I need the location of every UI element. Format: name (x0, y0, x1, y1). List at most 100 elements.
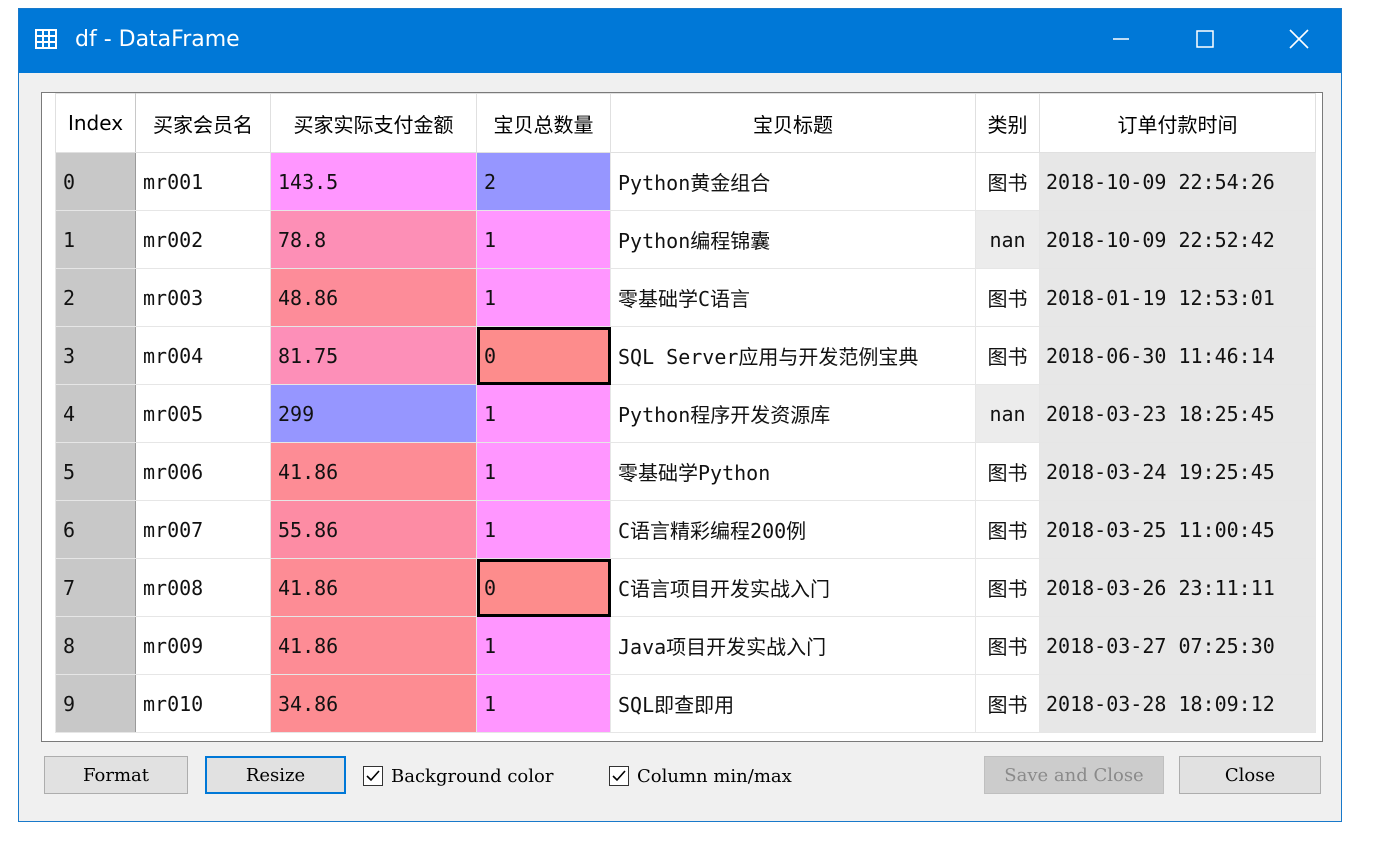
index-cell[interactable]: 0 (55, 152, 136, 211)
quantity-cell[interactable]: 1 (476, 442, 611, 501)
member-cell[interactable]: mr001 (135, 152, 271, 211)
table-row[interactable]: 7 mr008 41.86 0 C语言项目开发实战入门 图书 2018-03-26 23:1… (55, 558, 1316, 617)
amount-cell[interactable]: 143.5 (270, 152, 477, 211)
table-row[interactable]: 0 mr001 143.5 2 Python黄金组合 图书 2018-10-09 22:54… (55, 152, 1316, 211)
title-cell[interactable]: C语言项目开发实战入门 (610, 558, 976, 617)
close-button[interactable]: Close (1179, 756, 1321, 794)
column-header-title[interactable]: 宝贝标题 (610, 93, 976, 153)
background-color-checkbox[interactable]: Background color (363, 764, 553, 788)
amount-cell[interactable]: 34.86 (270, 674, 477, 733)
column-header-member[interactable]: 买家会员名 (135, 93, 271, 153)
member-cell[interactable]: mr006 (135, 442, 271, 501)
category-cell[interactable]: 图书 (975, 442, 1040, 501)
amount-cell[interactable]: 41.86 (270, 616, 477, 675)
time-cell[interactable]: 2018-03-23 18:25:45 (1039, 384, 1316, 443)
member-cell[interactable]: mr008 (135, 558, 271, 617)
category-cell[interactable]: 图书 (975, 500, 1040, 559)
format-button[interactable]: Format (44, 756, 188, 794)
checkbox-box[interactable] (363, 766, 383, 786)
quantity-cell[interactable]: 0 (476, 326, 611, 385)
category-cell[interactable]: 图书 (975, 268, 1040, 327)
title-cell[interactable]: C语言精彩编程200例 (610, 500, 976, 559)
column-header-index[interactable]: Index (55, 93, 136, 153)
member-cell[interactable]: mr007 (135, 500, 271, 559)
quantity-cell[interactable]: 1 (476, 616, 611, 675)
category-cell[interactable]: nan (975, 210, 1040, 269)
member-cell[interactable]: mr005 (135, 384, 271, 443)
table-row[interactable]: 6 mr007 55.86 1 C语言精彩编程200例 图书 2018-03-25 11:0… (55, 500, 1316, 559)
column-header-quantity[interactable]: 宝贝总数量 (476, 93, 611, 153)
category-cell[interactable]: 图书 (975, 558, 1040, 617)
column-header-category[interactable]: 类别 (975, 93, 1040, 153)
save-and-close-button[interactable]: Save and Close (984, 756, 1164, 794)
amount-cell[interactable]: 55.86 (270, 500, 477, 559)
quantity-cell[interactable]: 1 (476, 268, 611, 327)
amount-cell[interactable]: 48.86 (270, 268, 477, 327)
index-cell[interactable]: 8 (55, 616, 136, 675)
quantity-cell[interactable]: 1 (476, 500, 611, 559)
time-cell[interactable]: 2018-03-28 18:09:12 (1039, 674, 1316, 733)
table-row[interactable]: 4 mr005 299 1 Python程序开发资源库 nan 2018-03-23 18:… (55, 384, 1316, 443)
amount-cell[interactable]: 299 (270, 384, 477, 443)
time-cell[interactable]: 2018-03-25 11:00:45 (1039, 500, 1316, 559)
index-cell[interactable]: 1 (55, 210, 136, 269)
category-cell[interactable]: 图书 (975, 152, 1040, 211)
time-cell[interactable]: 2018-01-19 12:53:01 (1039, 268, 1316, 327)
table-row[interactable]: 9 mr010 34.86 1 SQL即查即用 图书 2018-03-28 18:09:12 (55, 674, 1316, 733)
quantity-cell[interactable]: 1 (476, 384, 611, 443)
title-cell[interactable]: 零基础学C语言 (610, 268, 976, 327)
title-cell[interactable]: Python编程锦囊 (610, 210, 976, 269)
index-cell[interactable]: 6 (55, 500, 136, 559)
amount-cell[interactable]: 78.8 (270, 210, 477, 269)
amount-cell[interactable]: 41.86 (270, 442, 477, 501)
time-cell[interactable]: 2018-03-24 19:25:45 (1039, 442, 1316, 501)
table-row[interactable]: 5 mr006 41.86 1 零基础学Python 图书 2018-03-24 19:25… (55, 442, 1316, 501)
column-header-time[interactable]: 订单付款时间 (1039, 93, 1316, 153)
checkbox-box[interactable] (609, 766, 629, 786)
index-cell[interactable]: 9 (55, 674, 136, 733)
resize-button[interactable]: Resize (205, 756, 346, 794)
index-cell[interactable]: 7 (55, 558, 136, 617)
member-cell[interactable]: mr003 (135, 268, 271, 327)
quantity-cell[interactable]: 1 (476, 674, 611, 733)
index-cell[interactable]: 3 (55, 326, 136, 385)
title-cell[interactable]: 零基础学Python (610, 442, 976, 501)
category-cell[interactable]: nan (975, 384, 1040, 443)
member-cell[interactable]: mr009 (135, 616, 271, 675)
close-window-button[interactable] (1259, 9, 1339, 73)
category-cell[interactable]: 图书 (975, 326, 1040, 385)
table-row[interactable]: 2 mr003 48.86 1 零基础学C语言 图书 2018-01-19 12:53:01 (55, 268, 1316, 327)
time-cell[interactable]: 2018-06-30 11:46:14 (1039, 326, 1316, 385)
table-row[interactable]: 8 mr009 41.86 1 Java项目开发实战入门 图书 2018-03-27 07:… (55, 616, 1316, 675)
table-row[interactable]: 1 mr002 78.8 1 Python编程锦囊 nan 2018-10-09 22:52… (55, 210, 1316, 269)
time-cell[interactable]: 2018-10-09 22:52:42 (1039, 210, 1316, 269)
amount-cell[interactable]: 81.75 (270, 326, 477, 385)
title-cell[interactable]: SQL即查即用 (610, 674, 976, 733)
title-bar[interactable]: df - DataFrame (19, 9, 1341, 73)
title-cell[interactable]: Python黄金组合 (610, 152, 976, 211)
minimize-button[interactable] (1081, 9, 1161, 73)
index-cell[interactable]: 2 (55, 268, 136, 327)
title-cell[interactable]: SQL Server应用与开发范例宝典 (610, 326, 976, 385)
quantity-cell[interactable]: 2 (476, 152, 611, 211)
amount-cell[interactable]: 41.86 (270, 558, 477, 617)
category-cell[interactable]: 图书 (975, 674, 1040, 733)
member-cell[interactable]: mr002 (135, 210, 271, 269)
time-cell[interactable]: 2018-03-26 23:11:11 (1039, 558, 1316, 617)
table-row[interactable]: 3 mr004 81.75 0 SQL Server应用与开发范例宝典 图书 2018-06… (55, 326, 1316, 385)
category-cell[interactable]: 图书 (975, 616, 1040, 675)
index-cell[interactable]: 5 (55, 442, 136, 501)
time-cell[interactable]: 2018-03-27 07:25:30 (1039, 616, 1316, 675)
title-cell[interactable]: Python程序开发资源库 (610, 384, 976, 443)
member-cell[interactable]: mr004 (135, 326, 271, 385)
column-minmax-checkbox[interactable]: Column min/max (609, 764, 792, 788)
quantity-cell[interactable]: 1 (476, 210, 611, 269)
quantity-cell[interactable]: 0 (476, 558, 611, 617)
time-cell[interactable]: 2018-10-09 22:54:26 (1039, 152, 1316, 211)
column-header-amount[interactable]: 买家实际支付金额 (270, 93, 477, 153)
title-cell[interactable]: Java项目开发实战入门 (610, 616, 976, 675)
maximize-button[interactable] (1165, 9, 1245, 73)
dataframe-table-frame[interactable]: Index 买家会员名 买家实际支付金额 宝贝总数量 宝贝标题 类别 订单付款时… (41, 92, 1323, 742)
dataframe-table[interactable]: Index 买家会员名 买家实际支付金额 宝贝总数量 宝贝标题 类别 订单付款时… (55, 93, 1316, 733)
index-cell[interactable]: 4 (55, 384, 136, 443)
